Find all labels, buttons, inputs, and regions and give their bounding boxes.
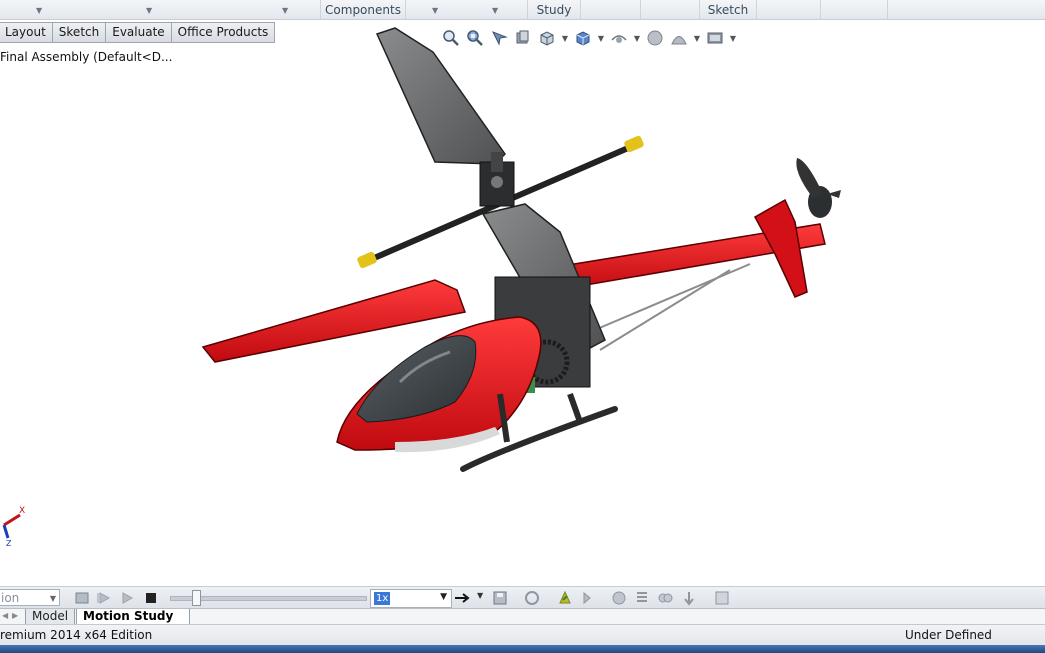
study-type-select[interactable]: ion ▼ <box>0 589 60 606</box>
play-icon[interactable] <box>119 590 135 606</box>
tail-support-rod <box>599 269 731 351</box>
save-animation-icon[interactable] <box>492 590 508 606</box>
ribbon-group[interactable] <box>580 0 641 19</box>
ribbon-dropdown-icon[interactable]: ▼ <box>432 6 438 15</box>
playback-slider-thumb[interactable] <box>192 590 202 606</box>
gravity-icon[interactable] <box>681 590 697 606</box>
helicopter-model[interactable] <box>195 22 855 477</box>
animation-wizard-icon[interactable] <box>524 590 540 606</box>
tab-layout[interactable]: Layout <box>0 22 53 43</box>
windows-taskbar <box>0 645 1045 653</box>
ribbon-dropdown-icon[interactable]: ▼ <box>492 6 498 15</box>
chevron-down-icon: ▼ <box>440 592 447 602</box>
play-from-start-icon[interactable] <box>96 590 112 606</box>
stop-icon[interactable] <box>143 590 159 606</box>
add-key-icon[interactable] <box>579 590 595 606</box>
reference-triad: X Z <box>2 506 25 548</box>
scroll-left-icon[interactable]: ◀ <box>2 611 8 620</box>
ribbon-dropdown-icon[interactable]: ▼ <box>282 6 288 15</box>
ribbon-group[interactable] <box>641 0 700 19</box>
ribbon-group-components[interactable]: Components <box>320 0 406 19</box>
chevron-down-icon: ▼ <box>49 594 56 603</box>
playback-speed-value: 1x <box>374 592 391 605</box>
tab-evaluate[interactable]: Evaluate <box>106 22 172 43</box>
study-type-value: ion <box>1 591 20 605</box>
ribbon-group-sketch[interactable]: Sketch <box>700 0 757 19</box>
dropdown-arrow-icon[interactable]: ▼ <box>477 591 483 600</box>
ribbon-group-study[interactable]: Study <box>527 0 581 19</box>
svg-text:X: X <box>19 506 25 516</box>
motor-icon[interactable] <box>611 590 627 606</box>
contact-icon[interactable] <box>657 590 673 606</box>
tail-rotor[interactable] <box>796 158 841 218</box>
ribbon-dropdown-icon[interactable]: ▼ <box>36 6 42 15</box>
status-edition: remium 2014 x64 Edition <box>0 628 153 642</box>
status-bar: remium 2014 x64 Edition Under Defined <box>0 624 1045 646</box>
svg-text:Z: Z <box>6 539 12 548</box>
autokey-icon[interactable] <box>557 590 573 606</box>
ribbon-group-label: Study <box>536 3 572 17</box>
motion-study-toolbar: ion ▼ 1x ▼ ▼ <box>0 586 1045 609</box>
ribbon-group-label: Sketch <box>707 3 749 17</box>
tab-sketch[interactable]: Sketch <box>52 22 107 43</box>
playback-speed-select[interactable]: 1x ▼ <box>370 589 452 608</box>
upper-rotor-blade[interactable] <box>375 27 506 165</box>
command-manager-ribbon: ▼ ▼ ▼ Components ▼ ▼ Study Sketch <box>0 0 1045 20</box>
tab-model[interactable]: Model <box>25 609 76 625</box>
results-icon[interactable] <box>714 590 730 606</box>
flybar-weight-left <box>357 251 377 269</box>
ribbon-dropdown-icon[interactable]: ▼ <box>146 6 152 15</box>
playback-mode-icon[interactable] <box>454 590 472 606</box>
feature-tree-root[interactable]: Final Assembly (Default<D... <box>0 50 172 64</box>
ribbon-group[interactable] <box>820 0 888 19</box>
model-motion-tabs: ◀ ▶ Model Motion Study 1 <box>0 608 1045 638</box>
tab-motion-study-1[interactable]: Motion Study 1 <box>76 609 190 638</box>
spring-icon[interactable] <box>634 590 650 606</box>
scroll-right-icon[interactable]: ▶ <box>12 611 18 620</box>
calculate-icon[interactable] <box>74 590 90 606</box>
status-sketch-state: Under Defined <box>905 628 992 642</box>
ribbon-group-label: Components <box>325 3 401 17</box>
